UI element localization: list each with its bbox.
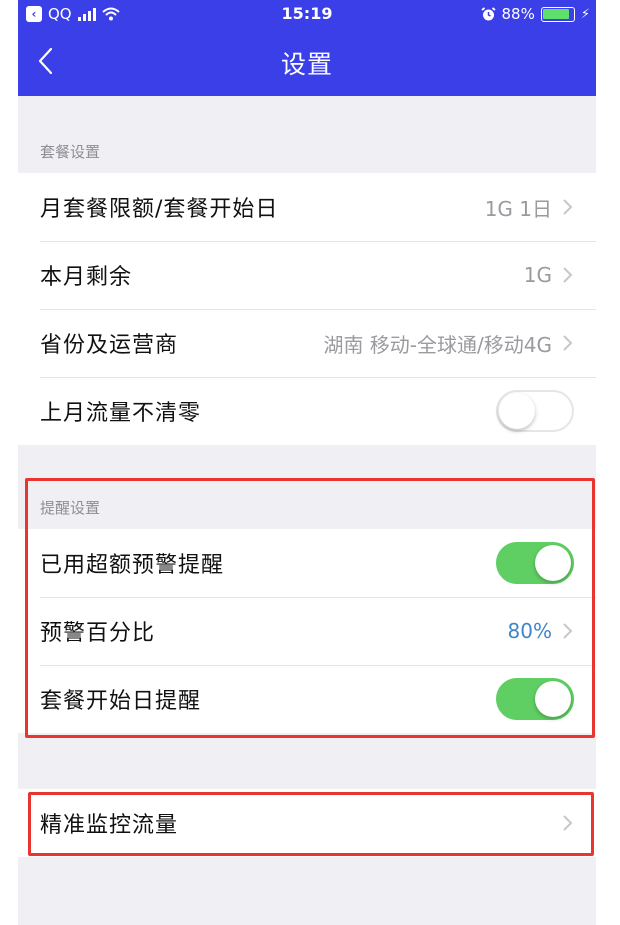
row-label: 本月剩余	[40, 265, 133, 290]
chevron-right-icon	[563, 335, 573, 351]
row-value: 1G	[523, 263, 552, 287]
alarm-icon	[480, 6, 496, 20]
row-month-remaining[interactable]: 本月剩余 1G	[18, 241, 596, 309]
phone-screen: ‹ QQ 15:19 88% ⚡ 设置 套餐设置 月套餐限额/套餐开始日 1G …	[18, 0, 596, 925]
status-right: 88% ⚡	[480, 5, 590, 23]
row-overuse-warning: 已用超额预警提醒	[18, 529, 596, 597]
reminder-section-title: 提醒设置	[40, 499, 101, 517]
carryover-toggle[interactable]	[496, 390, 574, 432]
row-right: 1G	[524, 263, 574, 287]
row-label: 上月流量不清零	[40, 401, 202, 426]
row-label: 已用超额预警提醒	[40, 553, 225, 578]
chevron-right-icon	[563, 623, 573, 639]
chevron-right-icon	[563, 815, 573, 831]
package-section-title: 套餐设置	[40, 143, 101, 161]
row-label: 省份及运营商	[40, 333, 179, 358]
battery-fill	[543, 9, 569, 19]
row-precise-monitoring[interactable]: 精准监控流量	[18, 789, 596, 857]
row-right	[496, 542, 574, 584]
row-carryover-toggle: 上月流量不清零	[18, 377, 596, 445]
start-day-reminder-toggle[interactable]	[496, 678, 574, 720]
charging-icon: ⚡	[580, 6, 590, 22]
row-label: 预警百分比	[40, 621, 156, 646]
row-right	[496, 678, 574, 720]
toggle-knob	[535, 681, 571, 717]
row-right	[496, 390, 574, 432]
row-right: 1G 1日	[485, 193, 574, 222]
row-warning-percent[interactable]: 预警百分比 80%	[18, 597, 596, 665]
page-title: 设置	[280, 50, 333, 79]
row-label: 精准监控流量	[40, 813, 179, 838]
nav-bar: 设置	[18, 30, 596, 96]
row-label: 套餐开始日提醒	[40, 689, 202, 714]
row-value: 80%	[507, 619, 552, 643]
status-bar: ‹ QQ 15:19 88% ⚡	[18, 0, 596, 30]
row-right: 湖南 移动-全球通/移动4G	[323, 329, 574, 358]
battery-percent: 88%	[501, 5, 535, 23]
monitor-group: 精准监控流量	[18, 789, 596, 857]
package-settings-group: 月套餐限额/套餐开始日 1G 1日 本月剩余 1G 省份及运营商 湖南 移动-全…	[18, 173, 596, 445]
row-value: 湖南 移动-全球通/移动4G	[323, 332, 552, 357]
row-label: 月套餐限额/套餐开始日	[40, 197, 279, 222]
row-monthly-limit[interactable]: 月套餐限额/套餐开始日 1G 1日	[18, 173, 596, 241]
header: ‹ QQ 15:19 88% ⚡ 设置	[18, 0, 596, 96]
overuse-warning-toggle[interactable]	[496, 542, 574, 584]
row-right	[562, 814, 574, 832]
chevron-right-icon	[563, 199, 573, 215]
chevron-right-icon	[563, 267, 573, 283]
reminder-settings-group: 已用超额预警提醒 预警百分比 80% 套餐开始日提醒	[18, 529, 596, 733]
row-value: 1G 1日	[484, 196, 552, 221]
row-right: 80%	[508, 619, 574, 643]
battery-icon	[540, 6, 575, 22]
row-province-carrier[interactable]: 省份及运营商 湖南 移动-全球通/移动4G	[18, 309, 596, 377]
toggle-knob	[499, 393, 535, 429]
toggle-knob	[535, 545, 571, 581]
row-start-day-reminder: 套餐开始日提醒	[18, 665, 596, 733]
